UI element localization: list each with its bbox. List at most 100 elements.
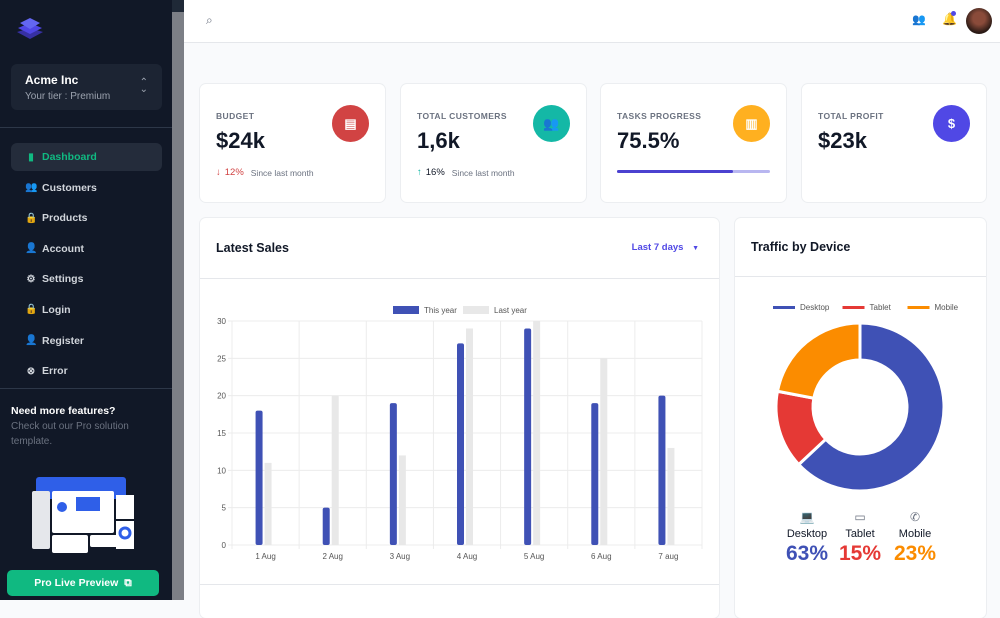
card-title: Latest Sales (216, 241, 289, 255)
promo-title: Need more features? (11, 405, 161, 417)
sidebar-item-label: Products (42, 212, 88, 224)
y-tick-label: 10 (217, 466, 226, 475)
sidebar-item-settings[interactable]: ⚙Settings (11, 265, 162, 293)
tasks-progress-bar (617, 170, 770, 173)
divider (735, 276, 986, 277)
y-tick-label: 20 (217, 392, 226, 401)
latest-sales-card: Latest Sales Last 7 days ▼ 0510152025301… (200, 218, 719, 618)
sidebar-item-label: Dashboard (42, 151, 97, 163)
notification-dot (951, 11, 956, 16)
sidebar-item-customers[interactable]: 👥Customers (11, 174, 162, 202)
legend-swatch (463, 306, 489, 314)
stat-since: Since last month (452, 168, 515, 178)
bar-last-year (466, 328, 473, 545)
divider (0, 388, 172, 389)
total-profit-card: TOTAL PROFIT $23k $ (802, 84, 986, 202)
legend-label: Last year (494, 306, 527, 315)
sidebar-scrollbar[interactable] (172, 0, 184, 600)
sidebar-item-label: Account (42, 243, 84, 255)
users-icon: 👥 (25, 182, 37, 193)
legend-label: Desktop (800, 303, 830, 312)
stat-value: 1,6k (417, 128, 460, 154)
divider (200, 278, 719, 279)
stat-label: TASKS PROGRESS (617, 111, 701, 121)
user-add-icon: 👤 (25, 335, 37, 346)
org-tier: Your tier : Premium (25, 91, 148, 102)
stat-value: 75.5% (617, 128, 679, 154)
legend-swatch (393, 306, 419, 314)
card-title: Traffic by Device (751, 240, 850, 254)
promo: Need more features? Check out our Pro so… (11, 405, 161, 449)
logo-icon[interactable] (16, 16, 44, 45)
legend-label: This year (424, 306, 457, 315)
stat-label: TOTAL CUSTOMERS (417, 111, 507, 121)
users-icon: 👥 (533, 105, 570, 142)
caret-down-icon: ▼ (692, 245, 699, 252)
scroll-up-arrow[interactable] (172, 0, 184, 12)
dollar-icon: $ (933, 105, 970, 142)
legend-label: Tablet (870, 303, 892, 312)
pro-live-preview-button[interactable]: Pro Live Preview⧉ (7, 570, 159, 596)
phone-icon: ✆ (885, 510, 945, 524)
device-percent: 63% (777, 542, 837, 566)
y-tick-label: 25 (217, 354, 226, 363)
stat-value: $23k (818, 128, 867, 154)
lock-icon: 🔒 (25, 304, 37, 315)
chevron-up-down-icon: ⌃⌄ (140, 79, 148, 93)
org-switcher[interactable]: Acme Inc Your tier : Premium ⌃⌄ (11, 64, 162, 110)
bar-this-year (256, 411, 263, 545)
sidebar: Acme Inc Your tier : Premium ⌃⌄ ▮ Dashboa… (0, 0, 172, 600)
range-dropdown[interactable]: Last 7 days ▼ (632, 242, 699, 253)
arrow-up-icon: ↑ (417, 167, 422, 178)
x-tick-label: 4 Aug (457, 552, 477, 561)
sidebar-item-label: Error (42, 365, 68, 377)
stat-delta: 12% (225, 167, 244, 178)
slice-mobile (777, 323, 860, 398)
laptop-icon: 💻 (777, 510, 837, 524)
bar-this-year (390, 403, 397, 545)
arrow-down-icon: ↓ (216, 167, 221, 178)
bar-last-year (265, 463, 272, 545)
promo-illustration (30, 475, 136, 560)
top-bar: ⌕ 👥 🔔 (184, 0, 1000, 43)
search-icon[interactable]: ⌕ (206, 13, 213, 28)
y-tick-label: 15 (217, 429, 226, 438)
tasks-progress-card: TASKS PROGRESS 75.5% ▥ (601, 84, 786, 202)
x-tick-label: 1 Aug (255, 552, 275, 561)
tablet-icon: ▭ (830, 510, 890, 524)
org-name: Acme Inc (25, 73, 148, 87)
y-tick-label: 5 (222, 504, 227, 513)
chart-bar-icon: ▮ (25, 152, 37, 163)
bar-last-year (667, 448, 674, 545)
bar-this-year (323, 508, 330, 545)
total-customers-card: TOTAL CUSTOMERS 1,6k 👥 ↑ 16% Since last mo… (401, 84, 586, 202)
legend-swatch (773, 306, 795, 309)
sidebar-item-register[interactable]: 👤Register (11, 327, 162, 355)
avatar[interactable] (966, 8, 992, 34)
cog-icon: ⚙ (25, 274, 37, 285)
user-icon: 👤 (25, 243, 37, 254)
legend-swatch (843, 306, 865, 309)
sales-bar-chart: 0510152025301 Aug2 Aug3 Aug4 Aug5 Aug6 A… (200, 298, 719, 588)
sidebar-nav: ▮Dashboard 👥Customers 🔒Products 👤Account… (11, 143, 162, 388)
sidebar-item-error[interactable]: ⊗Error (11, 357, 162, 385)
bar-last-year (600, 358, 607, 545)
device-label: Desktop (777, 528, 837, 540)
progress-fill (617, 170, 733, 173)
sidebar-item-account[interactable]: 👤 Account (11, 235, 162, 263)
sidebar-item-label: Login (42, 304, 71, 316)
y-tick-label: 30 (217, 317, 226, 326)
device-desktop: 💻 Desktop 63% (777, 510, 837, 566)
sidebar-item-dashboard[interactable]: ▮ Dashboard (11, 143, 162, 171)
legend-label: Mobile (935, 303, 959, 312)
contacts-icon[interactable]: 👥 (912, 13, 926, 26)
sidebar-item-products[interactable]: 🔒Products (11, 204, 162, 232)
bar-last-year (332, 396, 339, 545)
bar-this-year (457, 343, 464, 545)
device-label: Mobile (885, 528, 945, 540)
sidebar-item-login[interactable]: 🔒 Login (11, 296, 162, 324)
stat-since: Since last month (251, 168, 314, 178)
stat-delta: 16% (426, 167, 445, 178)
budget-card: BUDGET $24k ▤ ↓12%Since last month (200, 84, 385, 202)
money-icon: ▤ (332, 105, 369, 142)
